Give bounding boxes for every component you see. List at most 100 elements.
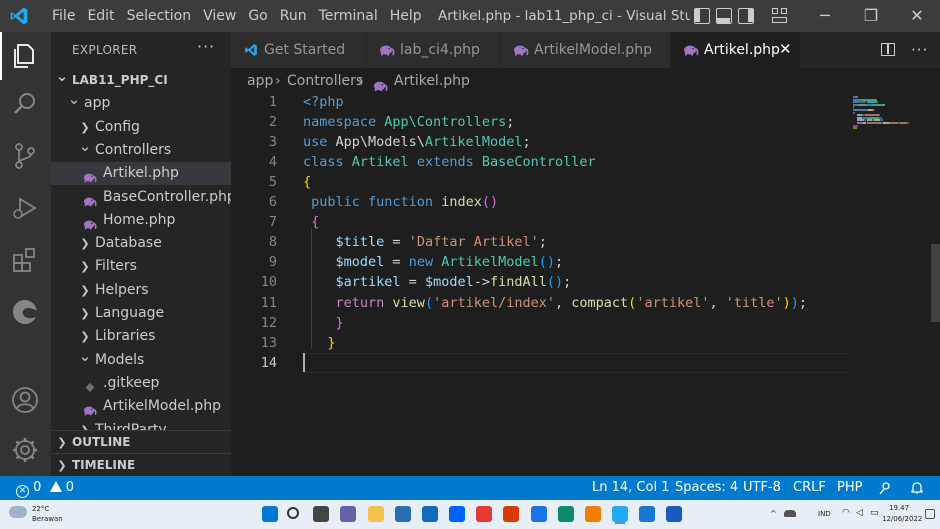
- extensions-icon[interactable]: [9, 244, 41, 276]
- bell-icon[interactable]: [910, 481, 924, 495]
- menu-run[interactable]: Run: [274, 0, 313, 32]
- vscode-icon[interactable]: [612, 506, 628, 522]
- code-editor[interactable]: 1 <?php 2 namespace App\Controllers; 3 use Ap…: [231, 94, 940, 476]
- file-home-php[interactable]: Home.php: [51, 209, 231, 232]
- feedback-icon[interactable]: [878, 481, 892, 495]
- file-basecontroller-php[interactable]: BaseController.php: [51, 186, 231, 209]
- onedrive-icon[interactable]: [784, 510, 796, 517]
- weather-temp[interactable]: 22°C: [32, 505, 49, 513]
- search-icon[interactable]: [287, 507, 299, 519]
- menu-go[interactable]: Go: [242, 0, 273, 32]
- customize-layout-icon[interactable]: [772, 8, 788, 24]
- wifi-app-icon[interactable]: [531, 506, 547, 522]
- errors-indicator[interactable]: ✕ 0 0: [16, 476, 74, 500]
- account-icon[interactable]: [9, 384, 41, 416]
- code-line[interactable]: $title = 'Daftar Artikel';: [303, 232, 547, 252]
- code-line[interactable]: $artikel = $model->findAll();: [303, 272, 572, 292]
- code-line[interactable]: }: [303, 313, 344, 333]
- code-line[interactable]: class Artikel extends BaseController: [303, 152, 596, 172]
- outline-section[interactable]: ❯ OUTLINE: [51, 430, 231, 453]
- code-line[interactable]: {: [303, 212, 319, 232]
- weather-desc[interactable]: Berawan: [32, 515, 63, 523]
- show-hidden-icons[interactable]: ^: [770, 509, 777, 518]
- tab-artikel-php[interactable]: Artikel.php ✕: [671, 32, 801, 68]
- task-view-icon[interactable]: [313, 506, 329, 522]
- search-icon[interactable]: [9, 88, 41, 120]
- dropbox-icon[interactable]: [449, 506, 465, 522]
- language-mode[interactable]: PHP: [837, 476, 862, 500]
- code-line[interactable]: }: [303, 333, 335, 353]
- folder-lab11-php-ci[interactable]: ⌄ LAB11_PHP_CI: [51, 69, 231, 92]
- more-actions-icon[interactable]: ···: [197, 37, 215, 56]
- breadcrumb-file[interactable]: Artikel.php: [394, 68, 470, 94]
- tab-get-started[interactable]: Get Started: [231, 32, 367, 68]
- code-line[interactable]: namespace App\Controllers;: [303, 112, 514, 132]
- battery-icon[interactable]: ▭: [870, 508, 879, 518]
- store-icon[interactable]: [395, 506, 411, 522]
- editor-more-actions-icon[interactable]: ···: [911, 32, 928, 68]
- folder-app[interactable]: ⌄ app: [51, 92, 231, 115]
- run-debug-icon[interactable]: [9, 192, 41, 224]
- tab-lab-ci4-php[interactable]: lab_ci4.php: [367, 32, 501, 68]
- code-line[interactable]: {: [303, 172, 311, 192]
- edge-icon[interactable]: [558, 506, 574, 522]
- folder-controllers[interactable]: ⌄ Controllers: [51, 138, 231, 162]
- maximize-button[interactable]: ❐: [848, 0, 894, 32]
- close-icon[interactable]: ✕: [779, 32, 792, 68]
- menu-edit[interactable]: Edit: [81, 0, 120, 32]
- encoding[interactable]: UTF-8: [743, 476, 781, 500]
- indentation[interactable]: Spaces: 4: [675, 476, 738, 500]
- folder-filters[interactable]: ❯ Filters: [51, 255, 231, 278]
- code-line[interactable]: <?php: [303, 92, 344, 112]
- toggle-secondary-sidebar-icon[interactable]: [738, 8, 754, 24]
- menu-help[interactable]: Help: [384, 0, 428, 32]
- end-of-line[interactable]: CRLF: [793, 476, 826, 500]
- file-artikel-php[interactable]: Artikel.php: [51, 162, 231, 186]
- folder-config[interactable]: ❯ Config: [51, 116, 231, 139]
- explorer-icon[interactable]: [9, 40, 41, 72]
- edge-icon[interactable]: [9, 296, 41, 328]
- code-line[interactable]: public function index(): [303, 192, 498, 212]
- menu-file[interactable]: File: [46, 0, 81, 32]
- wifi-icon[interactable]: ◠: [842, 508, 850, 518]
- app-red-icon[interactable]: [476, 506, 492, 522]
- code-line[interactable]: $model = new ArtikelModel();: [303, 252, 564, 272]
- scrollbar-thumb[interactable]: [931, 244, 940, 322]
- code-line[interactable]: return view('artikel/index', compact('ar…: [303, 293, 808, 313]
- breadcrumb-app[interactable]: app: [247, 68, 273, 94]
- input-language[interactable]: IND: [818, 510, 831, 518]
- timeline-section[interactable]: ❯ TIMELINE: [51, 453, 231, 476]
- code-line[interactable]: use App\Models\ArtikelModel;: [303, 132, 531, 152]
- cursor-position[interactable]: Ln 14, Col 1: [592, 476, 669, 500]
- menu-view[interactable]: View: [197, 0, 242, 32]
- menu-terminal[interactable]: Terminal: [313, 0, 384, 32]
- folder-libraries[interactable]: ❯ Libraries: [51, 325, 231, 348]
- volume-icon[interactable]: ◁: [856, 508, 863, 518]
- breadcrumb-controllers[interactable]: Controllers: [287, 68, 363, 94]
- gear-icon[interactable]: [9, 434, 41, 466]
- file-explorer-icon[interactable]: [368, 506, 384, 522]
- notepad-icon[interactable]: [639, 506, 655, 522]
- chat-icon[interactable]: [340, 506, 356, 522]
- toggle-panel-icon[interactable]: [716, 8, 732, 24]
- start-icon[interactable]: [262, 506, 278, 522]
- minimap[interactable]: [853, 94, 931, 476]
- xampp-icon[interactable]: [585, 506, 601, 522]
- word-icon[interactable]: [666, 506, 682, 522]
- folder-helpers[interactable]: ❯ Helpers: [51, 279, 231, 302]
- file-artikelmodel-php[interactable]: ArtikelModel.php: [51, 395, 231, 418]
- folder-database[interactable]: ❯ Database: [51, 232, 231, 255]
- mail-icon[interactable]: [422, 506, 438, 522]
- close-button[interactable]: ✕: [894, 0, 940, 32]
- file--gitkeep[interactable]: .gitkeep: [51, 372, 231, 395]
- tab-artikelmodel-php[interactable]: ArtikelModel.php: [501, 32, 671, 68]
- folder-language[interactable]: ❯ Language: [51, 302, 231, 325]
- notifications-icon[interactable]: [925, 509, 935, 519]
- folder-models[interactable]: ⌄ Models: [51, 348, 231, 372]
- office-icon[interactable]: [503, 506, 519, 522]
- menu-selection[interactable]: Selection: [121, 0, 198, 32]
- toggle-primary-sidebar-icon[interactable]: [694, 8, 710, 24]
- clock-date[interactable]: 12/06/2022: [882, 515, 922, 523]
- source-control-icon[interactable]: [9, 140, 41, 172]
- clock-time[interactable]: 19.47: [889, 504, 909, 512]
